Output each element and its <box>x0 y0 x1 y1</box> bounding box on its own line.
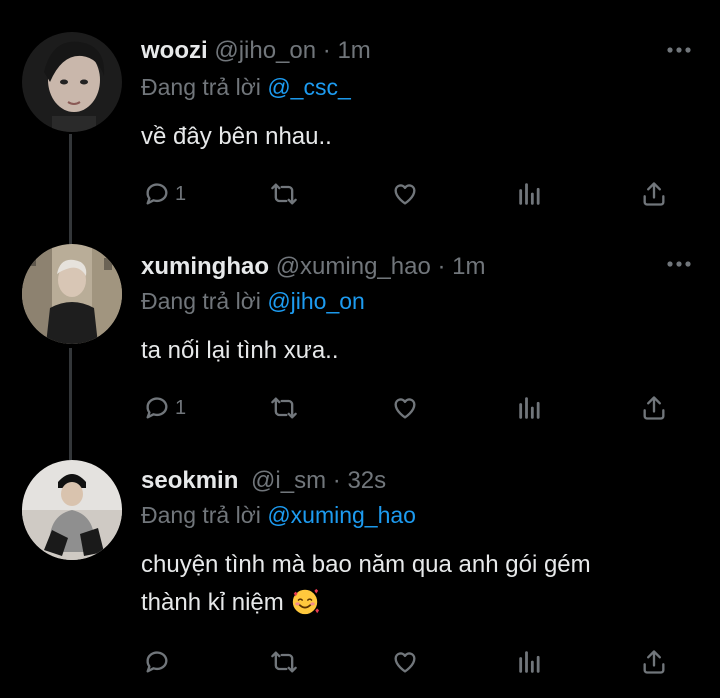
heart-icon <box>394 652 416 673</box>
share-icon <box>643 396 665 420</box>
display-name[interactable]: seokmin <box>141 467 238 494</box>
user-handle[interactable]: @i_sm <box>251 467 326 494</box>
retweet-icon <box>271 397 297 419</box>
timestamp[interactable]: 32s <box>347 467 386 494</box>
retweet-icon <box>271 183 297 205</box>
tweet-header: seokmin @i_sm · 32s <box>141 466 386 496</box>
timestamp[interactable]: 1m <box>337 37 370 64</box>
action-bar <box>0 644 720 680</box>
avatar-woozi[interactable] <box>22 32 122 132</box>
user-handle[interactable]: @xuming_hao <box>276 253 431 280</box>
mention-link[interactable]: @_csc_ <box>267 74 350 100</box>
retweet-icon <box>271 651 297 673</box>
reply-icon <box>146 651 168 673</box>
share-icon <box>643 650 665 674</box>
heart-icon <box>394 184 416 205</box>
tweet-header: xuminghao @xuming_hao · 1m <box>141 252 486 282</box>
separator-dot: · <box>332 467 341 494</box>
views-button[interactable] <box>516 390 544 426</box>
retweet-button[interactable] <box>270 644 298 680</box>
reply-count: 1 <box>175 182 187 205</box>
views-icon <box>519 651 540 673</box>
tweet-text-line: chuyện tình mà bao năm qua anh gói gém <box>141 551 591 578</box>
display-name[interactable]: xuminghao <box>141 253 269 280</box>
like-button[interactable] <box>391 644 419 680</box>
like-button[interactable] <box>391 176 419 212</box>
like-button[interactable] <box>391 390 419 426</box>
avatar-xuminghao[interactable] <box>22 244 122 344</box>
tweet-xuminghao[interactable]: xuminghao @xuming_hao · 1m Đang trả lời … <box>0 244 720 454</box>
replying-to: Đang trả lời @xuming_hao <box>141 500 416 530</box>
tweet-seokmin[interactable]: seokmin @i_sm · 32s Đang trả lời @xuming… <box>0 460 720 698</box>
tweet-text-line: thành kỉ niệm <box>141 589 284 616</box>
retweet-button[interactable] <box>270 176 298 212</box>
separator-dot: · <box>437 253 446 280</box>
views-icon <box>519 397 540 419</box>
reply-button[interactable]: 1 <box>143 390 186 426</box>
retweet-button[interactable] <box>270 390 298 426</box>
user-handle[interactable]: @jiho_on <box>214 37 316 64</box>
reply-button[interactable]: 1 <box>143 176 186 212</box>
tweet-text: ta nối lại tình xưa.. <box>141 337 339 364</box>
avatar-seokmin[interactable] <box>22 460 122 560</box>
tweet-text-line-with-emoji: thành kỉ niệm <box>141 584 701 622</box>
share-button[interactable] <box>640 644 668 680</box>
share-icon <box>643 182 665 206</box>
more-icon[interactable] <box>666 40 692 60</box>
tweet-woozi[interactable]: woozi @jiho_on · 1m Đang trả lời @_csc_ … <box>0 0 720 230</box>
timestamp[interactable]: 1m <box>452 253 485 280</box>
mention-link[interactable]: @jiho_on <box>267 288 365 314</box>
action-bar: 1 <box>0 390 720 426</box>
tweet-header: woozi @jiho_on · 1m <box>141 36 371 66</box>
tweet-text: chuyện tình mà bao năm qua anh gói gém t… <box>141 546 701 622</box>
tweet-text: về đây bên nhau.. <box>141 123 332 150</box>
heart-icon <box>394 398 416 419</box>
mention-link[interactable]: @xuming_hao <box>267 502 416 528</box>
share-button[interactable] <box>640 176 668 212</box>
action-bar: 1 <box>0 176 720 212</box>
reply-icon <box>146 397 168 419</box>
reply-icon <box>146 183 168 205</box>
reply-count: 1 <box>175 396 187 419</box>
replying-to: Đang trả lời @jiho_on <box>141 286 365 316</box>
share-button[interactable] <box>640 390 668 426</box>
separator-dot: · <box>322 37 331 64</box>
replying-to: Đang trả lời @_csc_ <box>141 72 351 102</box>
reply-button[interactable] <box>143 644 175 680</box>
replying-to-label: Đang trả lời <box>141 502 261 528</box>
display-name[interactable]: woozi <box>141 37 208 64</box>
more-icon[interactable] <box>666 254 692 274</box>
replying-to-label: Đang trả lời <box>141 74 261 100</box>
views-button[interactable] <box>516 176 544 212</box>
replying-to-label: Đang trả lời <box>141 288 261 314</box>
views-button[interactable] <box>516 644 544 680</box>
smiling-face-with-hearts-emoji <box>293 588 320 615</box>
views-icon <box>519 183 540 205</box>
